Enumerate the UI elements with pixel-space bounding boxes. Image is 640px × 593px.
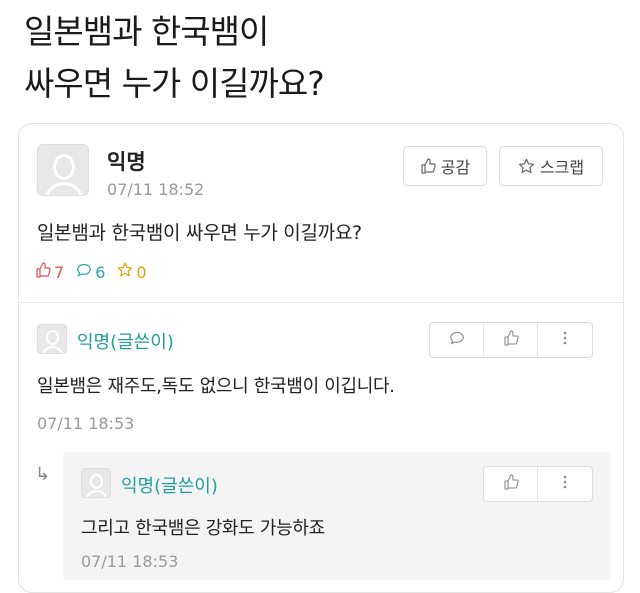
headline-line-2: 싸우면 누가 이길까요? (24, 64, 325, 103)
anonymous-avatar-icon (37, 324, 67, 354)
speech-bubble-icon (76, 262, 92, 282)
thumb-up-icon (503, 474, 519, 494)
comment-timestamp: 07/11 18:53 (37, 414, 135, 433)
post-body: 일본뱀과 한국뱀이 싸우면 누가 이길까요? (37, 222, 362, 244)
comment-more-button[interactable] (538, 323, 592, 357)
star-icon (518, 158, 535, 175)
reply-button[interactable] (430, 323, 484, 357)
post-card: 익명 07/11 18:52 공감 스크랩 일본뱀과 한국뱀이 싸우면 누가 이… (18, 123, 624, 593)
thumb-up-icon (35, 262, 51, 282)
reply-like-button[interactable] (484, 467, 538, 501)
post-author: 익명 (107, 150, 146, 174)
post-timestamp: 07/11 18:52 (107, 180, 205, 199)
more-vertical-icon (562, 474, 568, 494)
comment-author: 익명(글쓴이) (77, 332, 174, 353)
scrap-button[interactable]: 스크랩 (499, 146, 603, 186)
star-icon (117, 262, 133, 282)
reply-actions (483, 466, 593, 502)
comment-actions (429, 322, 593, 358)
divider (19, 302, 623, 303)
comment-like-button[interactable] (484, 323, 538, 357)
scrap-count-value: 0 (136, 262, 147, 282)
post-stats: 7 6 0 (35, 262, 159, 282)
like-count: 7 (35, 262, 64, 282)
like-count-value: 7 (54, 262, 65, 282)
more-vertical-icon (562, 330, 568, 350)
speech-bubble-icon (449, 330, 465, 350)
anonymous-avatar-icon (37, 144, 89, 196)
reply-arrow-icon: ↳ (35, 464, 51, 485)
reply-more-button[interactable] (538, 467, 592, 501)
comment-count: 6 (76, 262, 105, 282)
reply-timestamp: 07/11 18:53 (81, 552, 179, 571)
like-button[interactable]: 공감 (403, 146, 487, 186)
headline: 일본뱀과 한국뱀이 싸우면 누가 이길까요? (24, 6, 624, 110)
anonymous-avatar-icon (81, 468, 111, 498)
like-button-label: 공감 (440, 158, 471, 177)
reply-box: 익명(글쓴이) 그리고 한국뱀은 강화도 가능하죠 07/11 18:53 (63, 452, 611, 580)
reply-author: 익명(글쓴이) (121, 476, 218, 497)
thumb-up-icon (503, 330, 519, 350)
scrap-button-label: 스크랩 (539, 158, 585, 177)
thumb-up-icon (420, 158, 436, 174)
comment-body: 일본뱀은 재주도,독도 없으니 한국뱀이 이깁니다. (37, 376, 395, 397)
scrap-count: 0 (117, 262, 147, 282)
reply-body: 그리고 한국뱀은 강화도 가능하죠 (81, 518, 325, 539)
headline-line-1: 일본뱀과 한국뱀이 (24, 12, 269, 51)
comment-count-value: 6 (95, 262, 106, 282)
